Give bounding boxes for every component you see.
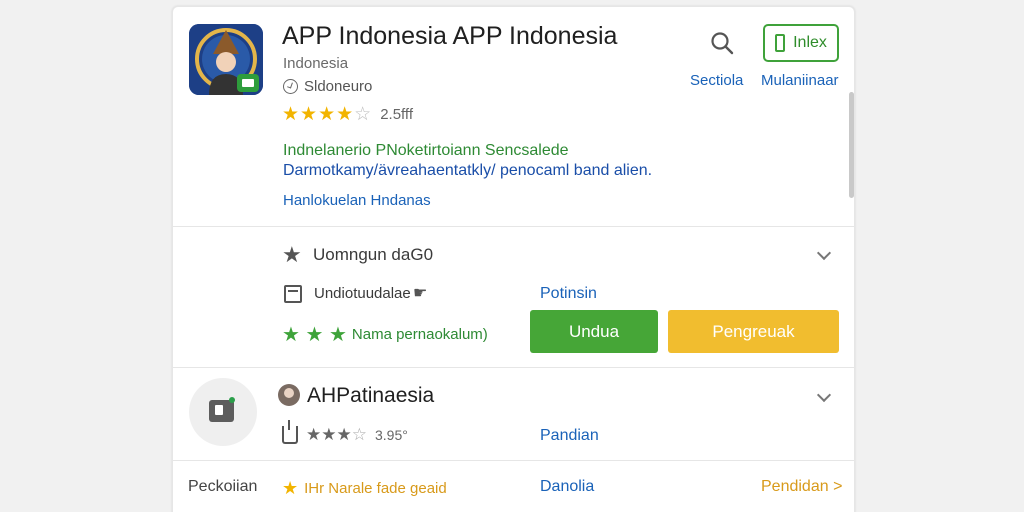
verified-icon [283,79,298,94]
install-button[interactable]: Inlex [763,24,839,62]
status-dot [229,397,235,403]
device-icon [209,400,234,422]
section2-title: Uomngun daG0 [313,245,434,264]
install-button-label: Inlex [793,34,827,51]
star-rating-icon: ★★★★☆ [282,104,373,125]
hand-icon [282,420,298,444]
bottom-left-label: Peckoiian [188,478,258,495]
app-logo-icon[interactable] [189,24,263,95]
install-icon [775,34,786,52]
star-icon: ★ [282,242,302,267]
green-stars-row: ★ ★ ★ Nama pernaokalum) [282,322,488,347]
divider [173,226,854,227]
document-icon [284,285,302,303]
app-subtitle: Indonesia [283,55,349,72]
bottom-middle: ★ IHr Narale fade geaid [282,478,447,499]
install-label[interactable]: Mulaniinaar [761,72,839,89]
download-button[interactable]: Undua [530,310,658,353]
search-icon[interactable] [709,30,735,56]
section3-title: AHPatinaesia [307,384,435,407]
star-rating-icon: ★★★☆ [306,425,367,444]
section3-rating-row: ★★★☆ 3.95° [282,420,408,445]
device-avatar[interactable] [189,378,257,446]
secondary-action-button[interactable]: Pengreuak [668,310,839,353]
app-card [172,6,855,512]
rating-count: 2.5fff [380,106,413,123]
description-line-1: Indnelanerio PNoketirtoiann Sencsalede [283,142,569,159]
rating-row: ★★★★☆ 2.5fff [282,103,413,126]
section3-link[interactable]: Pandian [540,427,599,445]
details-link[interactable]: Hanlokuelan Hndanas [283,192,431,209]
green-stars-label: Nama pernaokalum) [351,326,488,343]
bottom-right-link[interactable]: Pendidan > [761,478,842,496]
divider [173,367,854,368]
bottom-middle-label: IHr Narale fade geaid [304,480,447,497]
pointer-icon: ☛ [413,285,428,302]
star-icon: ★ [282,478,299,498]
green-star-icon: ★ ★ ★ [282,324,347,346]
app-title: APP Indonesia APP Indonesia [282,22,618,50]
description-line-2: Darmotkamy/ävreahaentatkly/ penocaml ban… [283,162,653,179]
section2-link[interactable]: Potinsin [540,285,597,303]
search-label[interactable]: Sectiola [690,72,743,89]
section2-subtitle: Undiotuudalae [314,285,411,302]
avatar [278,384,300,406]
scrollbar[interactable] [849,92,854,198]
developer-row: Sldoneuro [283,78,372,95]
developer-name: Sldoneuro [304,78,373,95]
bottom-link[interactable]: Danolia [540,478,594,496]
section3-rating-count: 3.95° [374,427,408,443]
divider [173,460,854,461]
